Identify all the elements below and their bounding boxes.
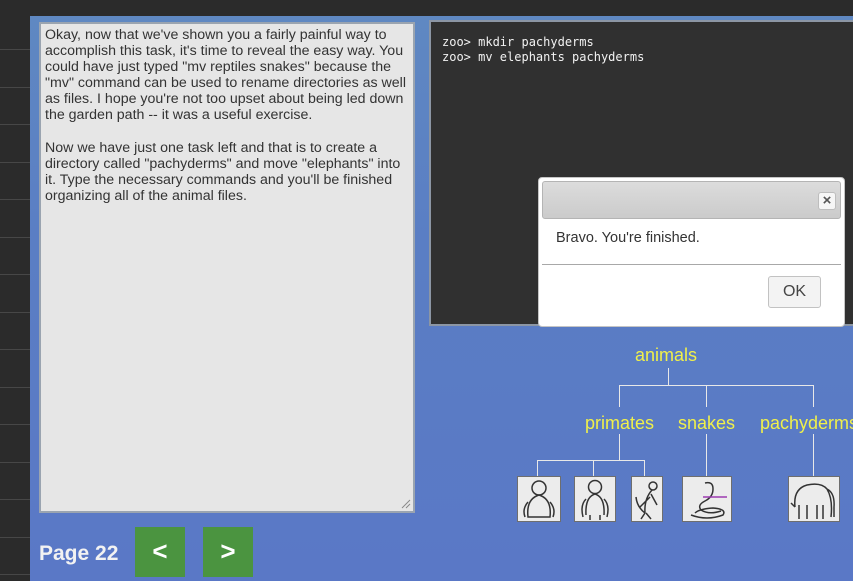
ok-button[interactable]: OK xyxy=(768,276,821,308)
tree-connector xyxy=(813,385,814,407)
divider xyxy=(0,199,30,200)
next-page-button[interactable]: > xyxy=(203,527,253,577)
divider xyxy=(0,312,30,313)
terminal-line: zoo> mv elephants pachyderms xyxy=(442,49,645,64)
divider xyxy=(0,349,30,350)
lesson-paragraph-2: Now we have just one task left and that … xyxy=(45,139,401,204)
cobra-icon[interactable] xyxy=(682,476,732,522)
tree-node-snakes: snakes xyxy=(678,413,736,433)
divider xyxy=(0,162,30,163)
dialog-titlebar[interactable]: × xyxy=(542,181,841,219)
dialog-divider xyxy=(542,264,841,265)
divider xyxy=(0,462,30,463)
divider xyxy=(0,274,30,275)
resize-grip-icon[interactable] xyxy=(401,499,411,509)
lesson-paragraph-1: Okay, now that we've shown you a fairly … xyxy=(45,27,406,124)
elephant-icon[interactable] xyxy=(788,476,840,522)
divider xyxy=(0,237,30,238)
divider xyxy=(0,124,30,125)
divider xyxy=(0,424,30,425)
top-bar xyxy=(0,0,853,16)
tree-connector xyxy=(813,434,814,476)
tree-connector xyxy=(619,434,620,461)
terminal-line: zoo> mkdir pachyderms xyxy=(442,35,594,49)
divider xyxy=(0,574,30,575)
tree-connector xyxy=(706,434,707,476)
tree-connector xyxy=(668,368,669,386)
tree-node-primates: primates xyxy=(585,413,655,433)
dialog-message: Bravo. You're finished. xyxy=(556,230,700,246)
lesson-text-panel[interactable]: Okay, now that we've shown you a fairly … xyxy=(39,22,415,513)
tree-node-pachyderms: pachyderms xyxy=(760,413,853,433)
gorilla-icon[interactable] xyxy=(517,476,561,522)
divider xyxy=(0,499,30,500)
tree-connector xyxy=(644,460,645,476)
divider xyxy=(0,387,30,388)
ape-icon[interactable] xyxy=(574,476,616,522)
tree-node-animals: animals xyxy=(635,345,698,365)
tree-connector xyxy=(619,385,814,386)
left-strip xyxy=(0,16,30,581)
close-icon[interactable]: × xyxy=(818,192,836,210)
tree-connector xyxy=(619,385,620,407)
completion-dialog: × Bravo. You're finished. OK xyxy=(538,177,845,327)
monkey-icon[interactable] xyxy=(631,476,663,522)
prev-page-button[interactable]: < xyxy=(135,527,185,577)
tree-connector xyxy=(537,460,645,461)
tree-connector xyxy=(537,460,538,476)
page-indicator: Page 22 xyxy=(39,542,119,565)
divider xyxy=(0,49,30,50)
tree-connector xyxy=(593,460,594,476)
divider xyxy=(0,537,30,538)
tree-connector xyxy=(706,385,707,407)
divider xyxy=(0,87,30,88)
